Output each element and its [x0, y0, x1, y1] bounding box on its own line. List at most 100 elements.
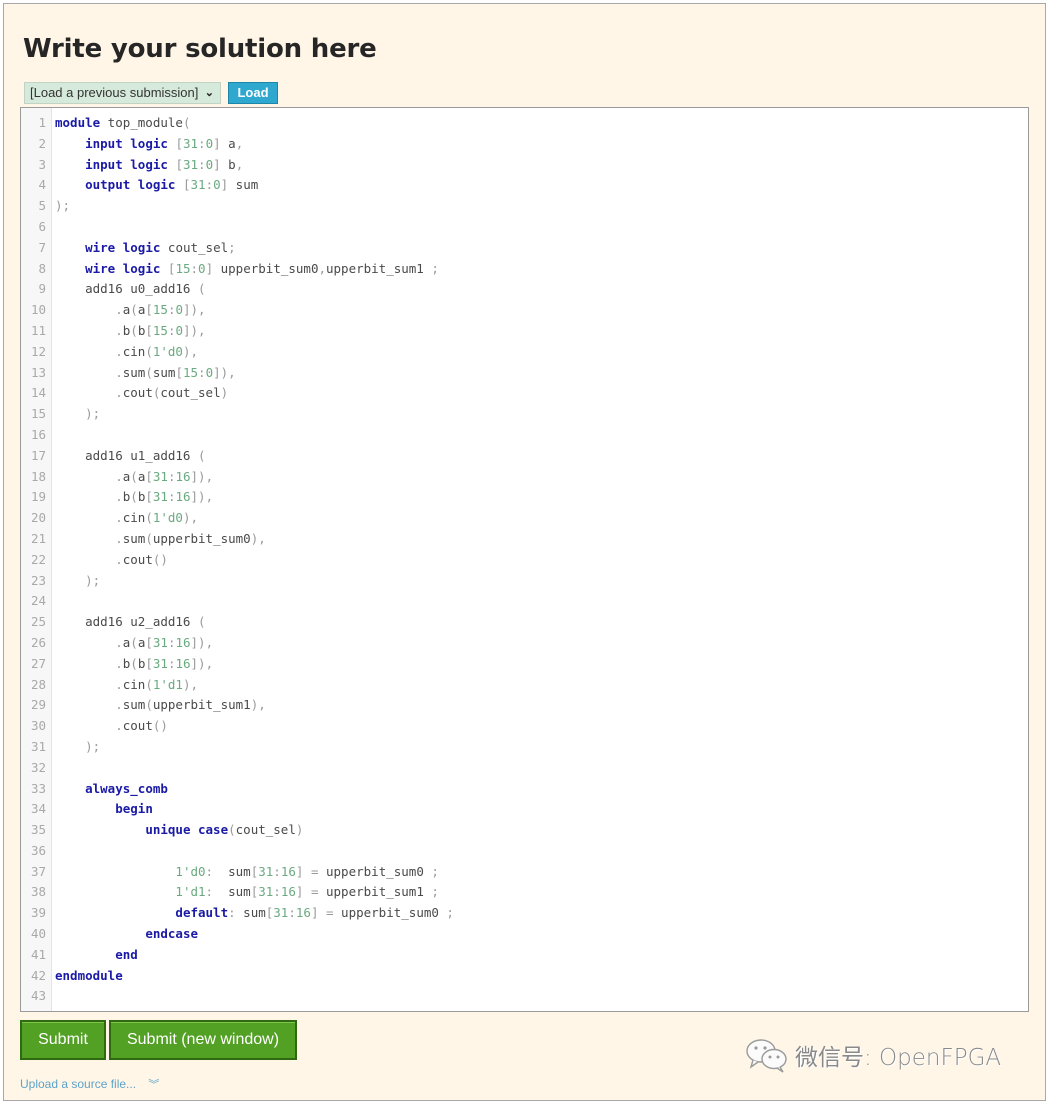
code-line[interactable]: 10 .a(a[15:0]),	[21, 300, 1028, 321]
code-line[interactable]: 36	[21, 841, 1028, 862]
line-number: 12	[30, 343, 46, 359]
code-line[interactable]: 43	[21, 986, 1028, 1007]
punctuation-token: :	[288, 905, 296, 921]
code-line[interactable]: 3 input logic [31:0] b,	[21, 155, 1028, 176]
line-number: 10	[30, 302, 46, 318]
code-line[interactable]: 41 end	[21, 945, 1028, 966]
code-line[interactable]: 31 );	[21, 737, 1028, 758]
identifier-token	[55, 323, 115, 338]
code-line[interactable]: 18 .a(a[31:16]),	[21, 467, 1028, 488]
upload-source-file-link[interactable]: Upload a source file... ︾	[20, 1076, 159, 1092]
code-line[interactable]: 4 output logic [31:0] sum	[21, 175, 1028, 196]
code-line[interactable]: 16	[21, 425, 1028, 446]
identifier-token	[55, 365, 115, 380]
keyword-token: wire	[85, 260, 116, 276]
number-token: 15	[152, 302, 168, 318]
identifier-token: cout	[122, 385, 153, 401]
line-number: 18	[30, 468, 46, 484]
code-text: .b(b[31:16]),	[55, 487, 213, 508]
identifier-token	[55, 656, 115, 671]
code-line[interactable]: 30 .cout()	[21, 716, 1028, 737]
code-line[interactable]: 38 1'd1: sum[31:16] = upperbit_sum1 ;	[21, 882, 1028, 903]
line-number: 24	[30, 593, 46, 609]
punctuation-token: .	[115, 489, 123, 505]
code-line[interactable]: 19 .b(b[31:16]),	[21, 487, 1028, 508]
punctuation-token: (	[130, 302, 138, 318]
code-text: 1'd1: sum[31:16] = upperbit_sum1 ;	[55, 882, 438, 903]
previous-submission-select[interactable]: [Load a previous submission] ⌄	[24, 82, 221, 104]
line-number: 8	[38, 260, 46, 276]
code-line[interactable]: 24	[21, 591, 1028, 612]
identifier-token	[55, 136, 85, 151]
code-line[interactable]: 20 .cin(1'd0),	[21, 508, 1028, 529]
keyword-token: output	[85, 177, 131, 193]
code-text: .cout()	[55, 716, 168, 737]
code-editor[interactable]: 1 module top_module(2 input logic [31:0] …	[20, 107, 1029, 1012]
code-line[interactable]: 8 wire logic [15:0] upperbit_sum0,upperb…	[21, 259, 1028, 280]
code-line[interactable]: 33 always_comb	[21, 779, 1028, 800]
code-line[interactable]: 29 .sum(upperbit_sum1),	[21, 695, 1028, 716]
punctuation-token: )	[295, 822, 304, 838]
punctuation-token: ]),	[190, 468, 214, 484]
code-line[interactable]: 23 );	[21, 571, 1028, 592]
number-token: 31	[152, 489, 168, 505]
code-line[interactable]: 17 add16 u1_add16 (	[21, 446, 1028, 467]
identifier-token: add16 u0_add16	[55, 281, 198, 297]
code-line[interactable]: 39 default: sum[31:16] = upperbit_sum0 ;	[21, 903, 1028, 924]
code-line[interactable]: 22 .cout()	[21, 550, 1028, 571]
submit-button[interactable]: Submit	[20, 1020, 106, 1060]
code-line[interactable]: 35 unique case(cout_sel)	[21, 820, 1028, 841]
code-line[interactable]: 34 begin	[21, 799, 1028, 820]
wechat-icon	[746, 1039, 787, 1073]
punctuation-token: .	[115, 718, 123, 734]
punctuation-token: .	[115, 634, 123, 650]
punctuation-token: .	[115, 676, 123, 692]
code-line[interactable]: 5);	[21, 196, 1028, 217]
code-line[interactable]: 2 input logic [31:0] a,	[21, 134, 1028, 155]
code-line[interactable]: 40 endcase	[21, 924, 1028, 945]
line-number: 36	[30, 842, 46, 858]
code-line[interactable]: 6	[21, 217, 1028, 238]
line-number: 43	[30, 988, 46, 1004]
number-token: 1'd1	[175, 884, 206, 900]
submit-new-window-button[interactable]: Submit (new window)	[109, 1020, 297, 1060]
punctuation-token: ]	[213, 156, 221, 172]
code-line[interactable]: 32	[21, 758, 1028, 779]
code-line[interactable]: 13 .sum(sum[15:0]),	[21, 363, 1028, 384]
code-line[interactable]: 12 .cin(1'd0),	[21, 342, 1028, 363]
code-line[interactable]: 42 endmodule	[21, 966, 1028, 987]
line-number: 1	[38, 115, 46, 130]
code-line[interactable]: 37 1'd0: sum[31:16] = upperbit_sum0 ;	[21, 862, 1028, 883]
code-line[interactable]: 25 add16 u2_add16 (	[21, 612, 1028, 633]
line-number: 31	[30, 738, 46, 754]
identifier-token	[55, 406, 85, 421]
code-line[interactable]: 26 .a(a[31:16]),	[21, 633, 1028, 654]
number-token: 31	[258, 863, 274, 879]
number-token: 1'd0	[152, 510, 183, 526]
number-token: 16	[175, 655, 191, 671]
code-line[interactable]: 28 .cin(1'd1),	[21, 675, 1028, 696]
identifier-token	[55, 510, 115, 525]
identifier-token	[115, 240, 123, 255]
code-line[interactable]: 11 .b(b[15:0]),	[21, 321, 1028, 342]
punctuation-token: .	[115, 697, 123, 713]
watermark-text: 微信号: OpenFPGA	[795, 1045, 1002, 1071]
code-line[interactable]: 7 wire logic cout_sel;	[21, 238, 1028, 259]
code-line[interactable]: 1 module top_module(	[21, 113, 1028, 134]
load-button[interactable]: Load	[228, 82, 278, 104]
identifier-token	[55, 157, 85, 172]
chevron-down-icon: ⌄	[204, 87, 214, 99]
number-token: 0	[175, 302, 183, 318]
code-line[interactable]: 15 );	[21, 404, 1028, 425]
punctuation-token: [	[175, 364, 183, 380]
code-text: .b(b[15:0]),	[55, 321, 205, 342]
code-line[interactable]: 14 .cout(cout_sel)	[21, 383, 1028, 404]
identifier-token: cin	[122, 676, 146, 692]
line-number: 9	[38, 281, 46, 297]
code-line[interactable]: 27 .b(b[31:16]),	[21, 654, 1028, 675]
code-line[interactable]: 21 .sum(upperbit_sum0),	[21, 529, 1028, 550]
code-line[interactable]: 9 add16 u0_add16 (	[21, 279, 1028, 300]
number-token: 31	[182, 135, 199, 151]
code-lines[interactable]: 1 module top_module(2 input logic [31:0] …	[21, 113, 1028, 1007]
punctuation-token: (	[130, 655, 138, 671]
